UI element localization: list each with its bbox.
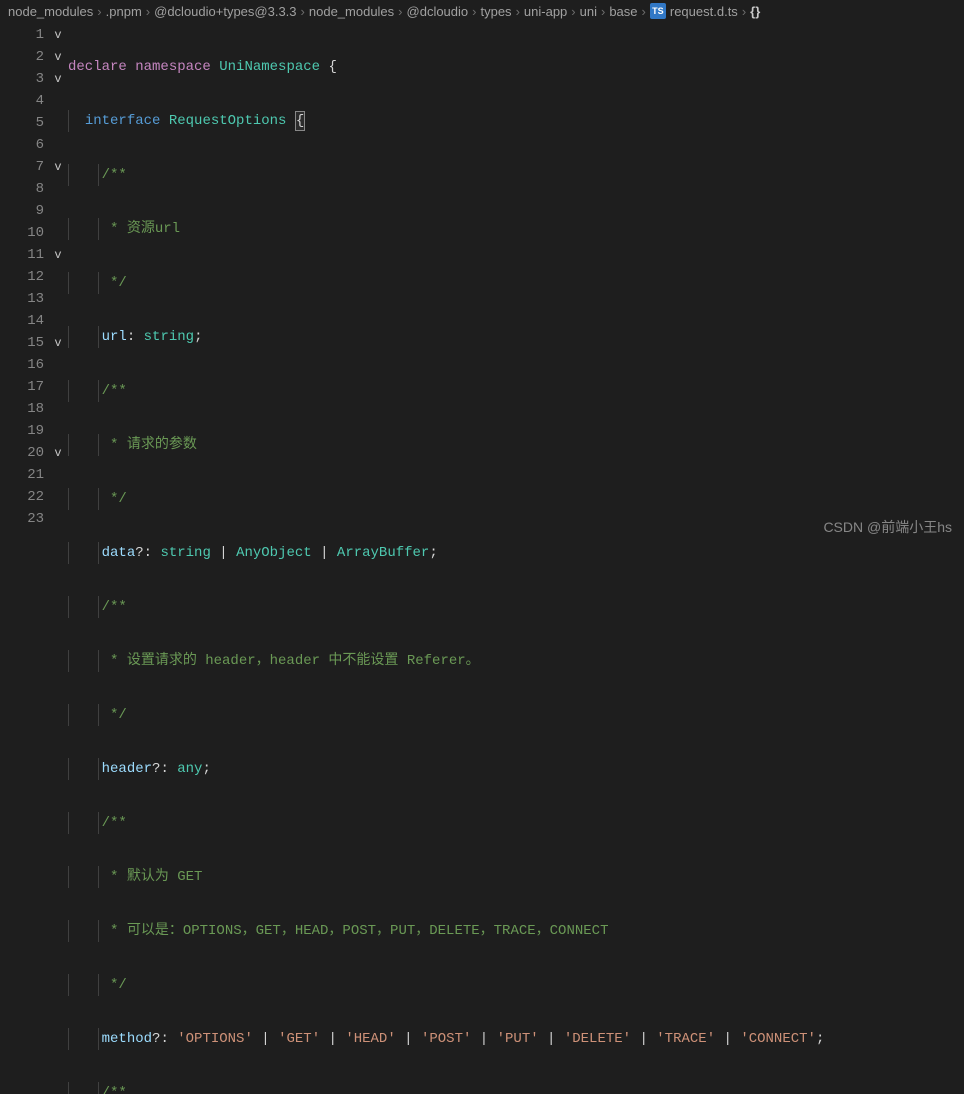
- line-number: 21: [0, 464, 48, 486]
- line-number: 23: [0, 508, 48, 530]
- line-number: 2: [0, 46, 48, 68]
- breadcrumb: node_modules › .pnpm › @dcloudio+types@3.3…: [0, 0, 964, 22]
- line-number: 5: [0, 112, 48, 134]
- fold-toggle[interactable]: [48, 508, 68, 530]
- line-number: 18: [0, 398, 48, 420]
- crumb-6[interactable]: uni-app: [524, 4, 567, 19]
- code-line: */: [68, 488, 964, 510]
- code-line: interface RequestOptions {: [68, 110, 964, 132]
- chevron-icon: ›: [642, 4, 646, 19]
- line-number: 8: [0, 178, 48, 200]
- fold-toggle[interactable]: [48, 134, 68, 156]
- line-number: 14: [0, 310, 48, 332]
- code-line: data?: string | AnyObject | ArrayBuffer;: [68, 542, 964, 564]
- line-number: 6: [0, 134, 48, 156]
- code-line: declare namespace UniNamespace {: [68, 56, 964, 78]
- fold-toggle[interactable]: [48, 266, 68, 288]
- code-line: method?: 'OPTIONS' | 'GET' | 'HEAD' | 'P…: [68, 1028, 964, 1050]
- line-number: 12: [0, 266, 48, 288]
- code-line: header?: any;: [68, 758, 964, 780]
- fold-toggle[interactable]: [48, 288, 68, 310]
- code-line: * 请求的参数: [68, 434, 964, 456]
- code-line: /**: [68, 164, 964, 186]
- fold-toggle[interactable]: [48, 178, 68, 200]
- chevron-icon: ›: [398, 4, 402, 19]
- fold-toggle[interactable]: [48, 486, 68, 508]
- line-number: 22: [0, 486, 48, 508]
- code-line: */: [68, 704, 964, 726]
- code-line: * 资源url: [68, 218, 964, 240]
- crumb-file[interactable]: request.d.ts: [670, 4, 738, 19]
- code-line: /**: [68, 812, 964, 834]
- code-area[interactable]: declare namespace UniNamespace { interfa…: [68, 22, 964, 547]
- fold-toggle[interactable]: [48, 310, 68, 332]
- fold-toggle[interactable]: [48, 398, 68, 420]
- crumb-2[interactable]: @dcloudio+types@3.3.3: [154, 4, 296, 19]
- crumb-4[interactable]: @dcloudio: [407, 4, 469, 19]
- line-number: 20: [0, 442, 48, 464]
- chevron-icon: ›: [472, 4, 476, 19]
- line-number: 1: [0, 24, 48, 46]
- code-line: */: [68, 272, 964, 294]
- fold-toggle[interactable]: [48, 354, 68, 376]
- fold-toggle[interactable]: [48, 420, 68, 442]
- symbol-icon: {}: [750, 4, 760, 19]
- chevron-icon: ›: [601, 4, 605, 19]
- chevron-icon: ›: [97, 4, 101, 19]
- typescript-file-icon: TS: [650, 3, 666, 19]
- crumb-5[interactable]: types: [480, 4, 511, 19]
- crumb-3[interactable]: node_modules: [309, 4, 394, 19]
- chevron-icon: ›: [301, 4, 305, 19]
- line-number: 9: [0, 200, 48, 222]
- line-number: 3: [0, 68, 48, 90]
- line-number: 13: [0, 288, 48, 310]
- fold-gutter: v v v v v v v: [48, 22, 68, 547]
- chevron-icon: ›: [516, 4, 520, 19]
- crumb-8[interactable]: base: [609, 4, 637, 19]
- code-line: */: [68, 974, 964, 996]
- fold-toggle[interactable]: [48, 222, 68, 244]
- fold-toggle[interactable]: v: [48, 244, 68, 266]
- code-line: url: string;: [68, 326, 964, 348]
- chevron-icon: ›: [146, 4, 150, 19]
- line-number: 15: [0, 332, 48, 354]
- fold-toggle[interactable]: v: [48, 332, 68, 354]
- fold-toggle[interactable]: [48, 376, 68, 398]
- fold-toggle[interactable]: v: [48, 68, 68, 90]
- fold-toggle[interactable]: v: [48, 156, 68, 178]
- crumb-0[interactable]: node_modules: [8, 4, 93, 19]
- fold-toggle[interactable]: [48, 90, 68, 112]
- code-editor[interactable]: 1 2 3 4 5 6 7 8 9 10 11 12 13 14 15 16 1…: [0, 22, 964, 547]
- fold-toggle[interactable]: v: [48, 24, 68, 46]
- fold-toggle[interactable]: [48, 464, 68, 486]
- code-line: * 可以是：OPTIONS，GET，HEAD，POST，PUT，DELETE，T…: [68, 920, 964, 942]
- fold-toggle[interactable]: v: [48, 442, 68, 464]
- line-number: 11: [0, 244, 48, 266]
- code-line: /**: [68, 380, 964, 402]
- line-number: 17: [0, 376, 48, 398]
- code-line: /**: [68, 1082, 964, 1094]
- code-line: * 设置请求的 header，header 中不能设置 Referer。: [68, 650, 964, 672]
- code-line: * 默认为 GET: [68, 866, 964, 888]
- crumb-7[interactable]: uni: [580, 4, 597, 19]
- line-number: 4: [0, 90, 48, 112]
- crumb-1[interactable]: .pnpm: [106, 4, 142, 19]
- chevron-icon: ›: [742, 4, 746, 19]
- line-number-gutter: 1 2 3 4 5 6 7 8 9 10 11 12 13 14 15 16 1…: [0, 22, 48, 547]
- line-number: 10: [0, 222, 48, 244]
- fold-toggle[interactable]: v: [48, 46, 68, 68]
- line-number: 7: [0, 156, 48, 178]
- code-line: /**: [68, 596, 964, 618]
- fold-toggle[interactable]: [48, 200, 68, 222]
- line-number: 16: [0, 354, 48, 376]
- chevron-icon: ›: [571, 4, 575, 19]
- fold-toggle[interactable]: [48, 112, 68, 134]
- line-number: 19: [0, 420, 48, 442]
